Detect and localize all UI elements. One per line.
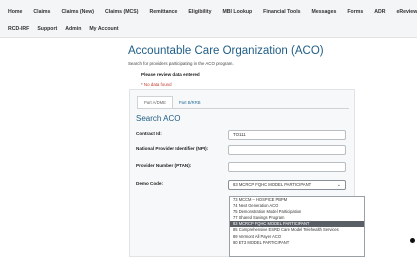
nav-item-remittance[interactable]: Remittance <box>149 9 177 15</box>
nav-item-adr[interactable]: ADR <box>374 9 385 15</box>
demo-code-dropdown-list[interactable]: 73 MCCM – HOSPICE PBPM 74 Next Generatio… <box>229 196 365 257</box>
nav-item-forms[interactable]: Forms <box>347 9 363 15</box>
nav-item-ereview[interactable]: eReview <box>396 9 417 15</box>
dropdown-option[interactable]: 90 ET3 MODEL PARTICIPANT <box>230 240 364 246</box>
nav-item-home[interactable]: Home <box>8 9 22 15</box>
tab-divider <box>137 108 349 109</box>
nav-item-claims-new[interactable]: Claims (New) <box>61 9 94 15</box>
section-title: Search ACO <box>136 114 181 123</box>
page-title: Accountable Care Organization (ACO) <box>128 45 324 57</box>
ptan-label: Provider Number (PTAN): <box>136 163 192 168</box>
tab-bar: Part A/DME Part B/RRB <box>137 96 207 108</box>
nav-item-financial-tools[interactable]: Financial Tools <box>263 9 300 15</box>
nav-item-admin[interactable]: Admin <box>65 26 81 32</box>
nav-item-claims-mcs[interactable]: Claims (MCS) <box>105 9 138 15</box>
nav-item-claims[interactable]: Claims <box>33 9 50 15</box>
tab-part-a-dme[interactable]: Part A/DME <box>137 96 173 108</box>
nav-row-primary: Home Claims Claims (New) Claims (MCS) Re… <box>0 9 417 15</box>
demo-code-value: 83 MCRCP FQHC MODEL PARTICIPANT <box>233 182 312 187</box>
chevron-down-icon: ⌄ <box>336 182 341 188</box>
contract-id-input[interactable]: TO111 <box>228 130 346 140</box>
nav-item-rcd-irf[interactable]: RCD-IRF <box>8 26 29 32</box>
nav-item-mbi-lookup[interactable]: MBI Lookup <box>222 9 252 15</box>
top-navigation: Home Claims Claims (New) Claims (MCS) Re… <box>0 0 417 38</box>
npi-label: National Provider Identifier (NPI): <box>136 146 209 151</box>
npi-input[interactable] <box>228 145 346 155</box>
nav-item-my-account[interactable]: My Account <box>89 26 118 32</box>
page-subtitle: Search for providers participating in th… <box>128 61 234 66</box>
review-message: Please review data entered <box>141 72 200 77</box>
nav-item-support[interactable]: Support <box>37 26 57 32</box>
contract-id-label: Contract Id: <box>136 131 162 136</box>
nav-item-eligibility[interactable]: Eligibility <box>188 9 211 15</box>
tab-part-b-rrb[interactable]: Part B/RRB <box>173 96 207 108</box>
ptan-input[interactable] <box>228 162 346 172</box>
nav-item-messages[interactable]: Messages <box>312 9 337 15</box>
error-message: * No data found <box>141 82 172 87</box>
demo-code-label: Demo Code: <box>136 181 164 186</box>
nav-row-secondary: RCD-IRF Support Admin My Account <box>0 26 119 32</box>
cursor-dot <box>410 238 415 243</box>
demo-code-select[interactable]: 83 MCRCP FQHC MODEL PARTICIPANT ⌄ <box>228 180 346 190</box>
